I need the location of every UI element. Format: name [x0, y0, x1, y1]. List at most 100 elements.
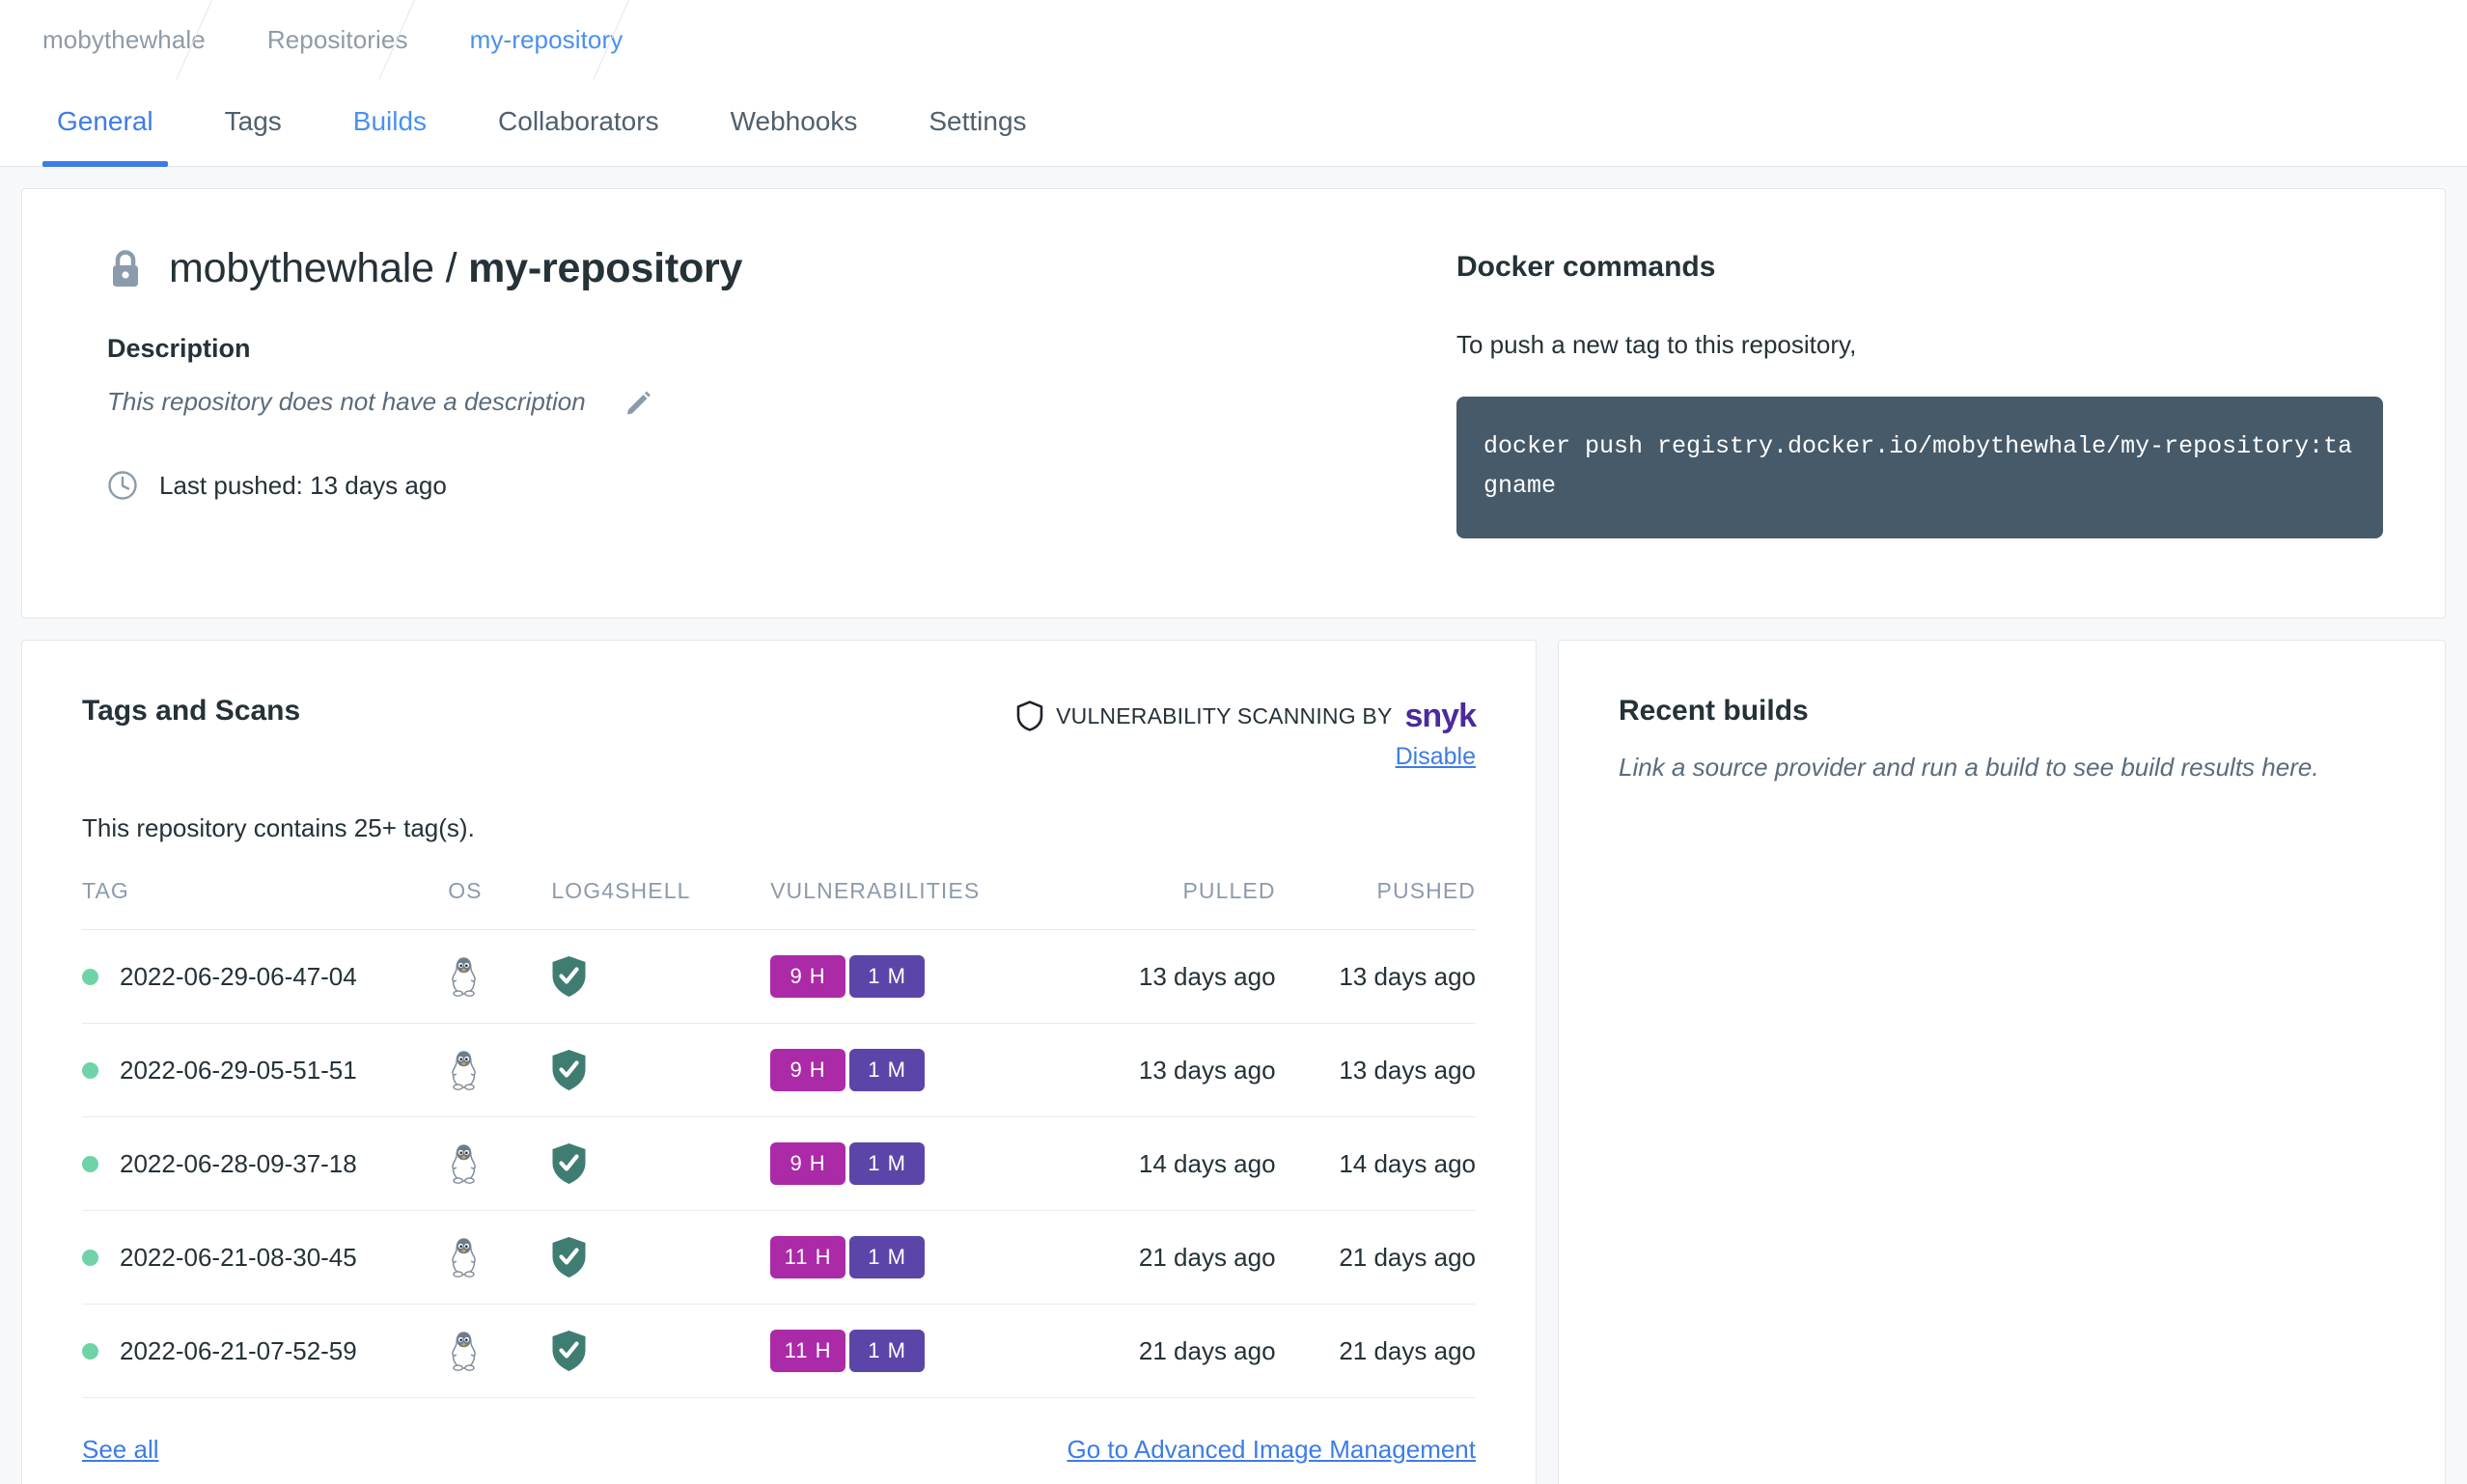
breadcrumb: mobythewhale Repositories my-repository — [0, 0, 2467, 79]
cell-pulled: 13 days ago — [1057, 930, 1276, 1024]
tag-name-link[interactable]: 2022-06-21-07-52-59 — [120, 1336, 357, 1366]
docker-commands-panel: Docker commands To push a new tag to thi… — [1456, 245, 2383, 573]
recent-builds-title: Recent builds — [1619, 695, 2385, 728]
tab-webhooks[interactable]: Webhooks — [695, 79, 894, 167]
cell-log4shell — [551, 1305, 770, 1398]
shield-icon — [1016, 701, 1043, 731]
page-content: mobythewhale / my-repository Description… — [0, 167, 2467, 1484]
advanced-image-management-link[interactable]: Go to Advanced Image Management — [1067, 1435, 1477, 1465]
cell-log4shell — [551, 1024, 770, 1117]
linux-icon — [448, 956, 480, 997]
cell-pushed: 21 days ago — [1276, 1211, 1476, 1305]
disable-scanning-link[interactable]: Disable — [1396, 743, 1476, 771]
vulnerability-badge-high[interactable]: 9 H — [770, 1049, 845, 1091]
cell-tag: 2022-06-29-05-51-51 — [82, 1024, 448, 1117]
cell-os — [448, 1305, 551, 1398]
tab-general[interactable]: General — [21, 79, 189, 167]
breadcrumb-item-repository[interactable]: my-repository — [470, 25, 624, 55]
shield-check-icon — [551, 1142, 587, 1185]
column-header-pulled: PULLED — [1057, 878, 1276, 930]
recent-builds-empty-text: Link a source provider and run a build t… — [1619, 753, 2385, 783]
tab-collaborators[interactable]: Collaborators — [462, 79, 695, 167]
tab-builds[interactable]: Builds — [318, 79, 462, 167]
tags-table-head: TAG OS LOG4SHELL VULNERABILITIES PULLED … — [82, 878, 1476, 930]
shield-check-icon — [551, 1330, 587, 1372]
cell-pulled: 21 days ago — [1057, 1305, 1276, 1398]
vulnerability-badge-medium[interactable]: 1 M — [849, 1330, 925, 1372]
table-header-row: TAG OS LOG4SHELL VULNERABILITIES PULLED … — [82, 878, 1476, 930]
cell-pulled: 21 days ago — [1057, 1211, 1276, 1305]
linux-icon — [448, 1237, 480, 1278]
cell-vulnerabilities: 9 H1 M — [770, 930, 1057, 1024]
vulnerability-badge-medium[interactable]: 1 M — [849, 955, 925, 998]
table-row: 2022-06-29-05-51-519 H1 M13 days ago13 d… — [82, 1024, 1476, 1117]
repository-tabs: General Tags Builds Collaborators Webhoo… — [0, 79, 2467, 167]
tag-name-link[interactable]: 2022-06-21-08-30-45 — [120, 1243, 357, 1273]
repo-namespace: mobythewhale — [169, 245, 434, 291]
cell-log4shell — [551, 1211, 770, 1305]
column-header-tag: TAG — [82, 878, 448, 930]
vulnerability-badge-high[interactable]: 11 H — [770, 1330, 845, 1372]
tab-settings[interactable]: Settings — [893, 79, 1062, 167]
tags-and-scans-title: Tags and Scans — [82, 695, 300, 728]
linux-icon — [448, 1143, 480, 1184]
tag-status-dot — [82, 969, 98, 985]
breadcrumb-separator-icon — [623, 0, 684, 79]
tag-name-link[interactable]: 2022-06-29-06-47-04 — [120, 962, 357, 992]
tag-name-link[interactable]: 2022-06-29-05-51-51 — [120, 1056, 357, 1086]
description-empty-text: This repository does not have a descript… — [107, 387, 586, 417]
scanner-line: VULNERABILITY SCANNING BY snyk — [1016, 701, 1476, 731]
breadcrumb-separator-icon — [408, 0, 470, 79]
edit-description-pencil-icon[interactable] — [626, 390, 651, 415]
column-header-log4shell: LOG4SHELL — [551, 878, 770, 930]
column-header-pushed: PUSHED — [1276, 878, 1476, 930]
description-row: This repository does not have a descript… — [107, 387, 1456, 417]
cell-os — [448, 1211, 551, 1305]
vulnerability-badge-medium[interactable]: 1 M — [849, 1049, 925, 1091]
docker-commands-subtitle: To push a new tag to this repository, — [1456, 330, 2383, 360]
last-pushed-text: Last pushed: 13 days ago — [159, 471, 447, 501]
cell-tag: 2022-06-29-06-47-04 — [82, 930, 448, 1024]
lock-icon — [107, 248, 144, 290]
tags-and-scans-card: Tags and Scans VULNERABILITY SCANNING BY… — [21, 640, 1537, 1484]
docker-commands-title: Docker commands — [1456, 251, 2383, 284]
repo-name-separator: / — [434, 245, 468, 291]
breadcrumb-item-repositories[interactable]: Repositories — [267, 25, 408, 55]
shield-check-icon — [551, 1049, 587, 1091]
linux-icon — [448, 1331, 480, 1371]
overview-left-column: mobythewhale / my-repository Description… — [84, 245, 1456, 573]
cell-pushed: 14 days ago — [1276, 1117, 1476, 1211]
breadcrumb-item-namespace[interactable]: mobythewhale — [42, 25, 206, 55]
vulnerability-badge-medium[interactable]: 1 M — [849, 1236, 925, 1278]
tag-status-dot — [82, 1343, 98, 1360]
tag-status-dot — [82, 1062, 98, 1079]
docker-push-command[interactable]: docker push registry.docker.io/mobythewh… — [1456, 397, 2383, 538]
cell-vulnerabilities: 9 H1 M — [770, 1024, 1057, 1117]
cell-pulled: 14 days ago — [1057, 1117, 1276, 1211]
vulnerability-badge-high[interactable]: 9 H — [770, 955, 845, 998]
tag-status-dot — [82, 1250, 98, 1266]
vulnerability-badge-medium[interactable]: 1 M — [849, 1142, 925, 1185]
cell-vulnerabilities: 11 H1 M — [770, 1211, 1057, 1305]
tags-table-footer: See all Go to Advanced Image Management — [82, 1398, 1476, 1484]
shield-check-icon — [551, 955, 587, 998]
repository-overview-card: mobythewhale / my-repository Description… — [21, 188, 2446, 618]
scanner-block: VULNERABILITY SCANNING BY snyk Disable — [1016, 695, 1476, 771]
tags-count-text: This repository contains 25+ tag(s). — [82, 813, 1476, 843]
cell-vulnerabilities: 11 H1 M — [770, 1305, 1057, 1398]
breadcrumb-list: mobythewhale Repositories my-repository — [42, 0, 684, 79]
scanner-label: VULNERABILITY SCANNING BY — [1056, 703, 1392, 729]
tag-status-dot — [82, 1156, 98, 1172]
table-row: 2022-06-21-08-30-4511 H1 M21 days ago21 … — [82, 1211, 1476, 1305]
cell-os — [448, 1024, 551, 1117]
vulnerability-badge-high[interactable]: 9 H — [770, 1142, 845, 1185]
vulnerability-badge-high[interactable]: 11 H — [770, 1236, 845, 1278]
see-all-link[interactable]: See all — [82, 1435, 159, 1465]
tags-table-body: 2022-06-29-06-47-049 H1 M13 days ago13 d… — [82, 930, 1476, 1398]
cell-tag: 2022-06-28-09-37-18 — [82, 1117, 448, 1211]
snyk-logo: snyk — [1405, 701, 1477, 731]
shield-check-icon — [551, 1236, 587, 1278]
tag-name-link[interactable]: 2022-06-28-09-37-18 — [120, 1149, 357, 1179]
tab-tags[interactable]: Tags — [189, 79, 318, 167]
column-header-vulnerabilities: VULNERABILITIES — [770, 878, 1057, 930]
